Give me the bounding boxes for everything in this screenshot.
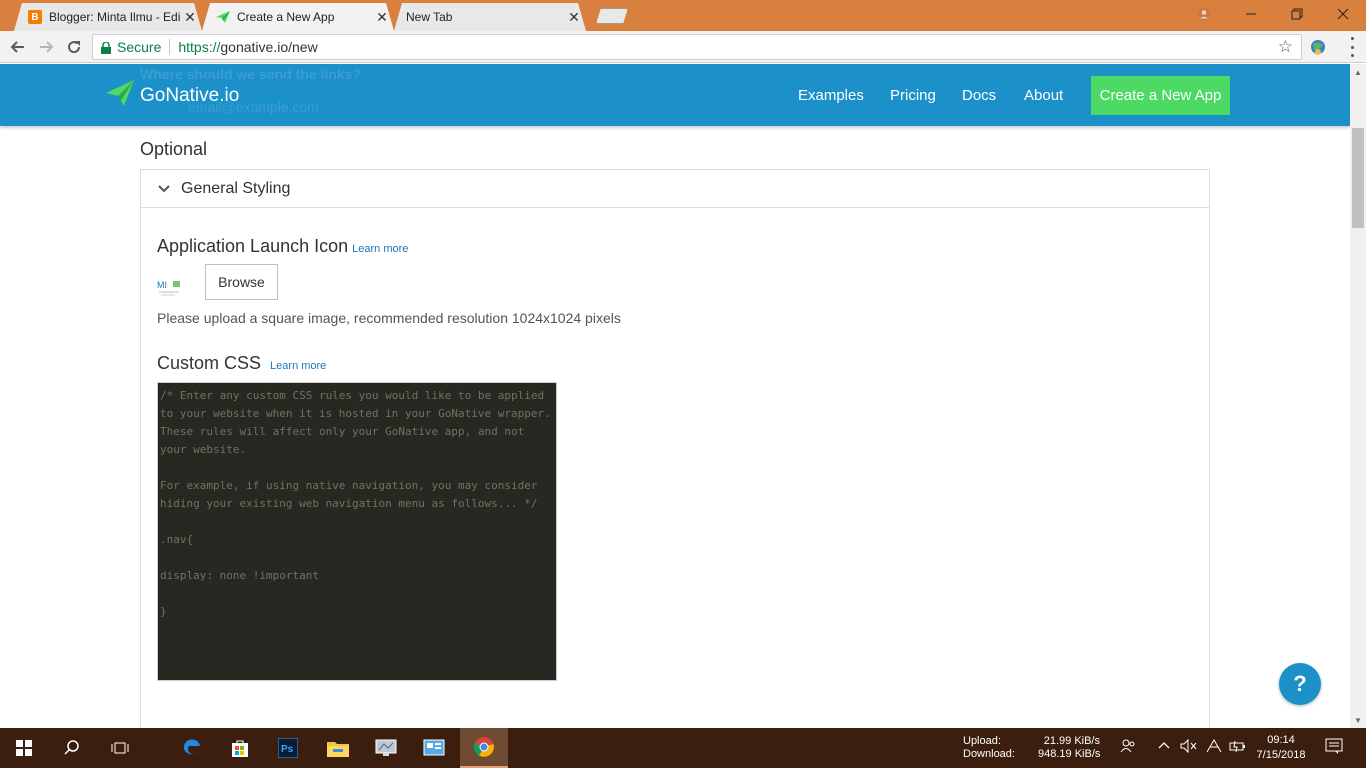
nav-examples[interactable]: Examples [798, 87, 864, 104]
general-styling-panel: General Styling Application Launch Icon L… [140, 169, 1210, 728]
launch-icon-heading: Application Launch Icon Learn more [157, 236, 408, 257]
network-monitor: Upload: Download: 21.99 KiB/s 948.19 KiB… [963, 735, 1100, 761]
scroll-down-icon[interactable]: ▼ [1350, 712, 1366, 728]
tab-title: Blogger: Minta Ilmu - Edi [49, 10, 181, 24]
page-viewport: Where should we send the links? email@ex… [0, 64, 1350, 728]
svg-text:Ps: Ps [281, 744, 294, 755]
upload-label: Upload: [963, 735, 1001, 747]
panel-header[interactable]: General Styling [141, 170, 1209, 208]
search-icon[interactable] [48, 728, 96, 768]
custom-css-heading: Custom CSS Learn more [157, 353, 326, 374]
restore-icon[interactable] [1274, 0, 1320, 28]
volume-muted-icon[interactable] [1180, 738, 1198, 757]
store-icon[interactable] [216, 728, 264, 768]
gonative-icon [216, 10, 230, 24]
page-scrollbar[interactable]: ▲ ▼ [1350, 64, 1366, 728]
tab-create-new-app[interactable]: Create a New App ✕ [198, 3, 398, 31]
close-icon[interactable]: ✕ [182, 9, 198, 26]
download-value: 948.19 KiB/s [1038, 748, 1101, 760]
app-icon-monitor[interactable] [362, 728, 410, 768]
upload-hint: Please upload a square image, recommende… [157, 310, 621, 326]
browser-toolbar: Secure https:// gonative.io/new ☆ [0, 31, 1366, 63]
help-button[interactable]: ? [1279, 663, 1321, 705]
learn-more-link[interactable]: Learn more [352, 243, 408, 255]
create-new-app-button[interactable]: Create a New App [1091, 76, 1230, 115]
clock-date: 7/15/2018 [1256, 749, 1306, 761]
task-view-icon[interactable] [96, 728, 144, 768]
download-label: Download: [963, 748, 1015, 760]
paper-plane-icon [106, 80, 134, 111]
nav-docs[interactable]: Docs [962, 87, 996, 104]
scrollbar-thumb[interactable] [1352, 128, 1364, 228]
profile-icon[interactable] [1181, 0, 1227, 28]
lock-icon [101, 41, 111, 54]
custom-css-editor[interactable]: /* Enter any custom CSS rules you would … [157, 382, 557, 681]
windows-taskbar: Ps Upload: Download: 21.99 KiB/s 948.19 … [0, 728, 1366, 768]
close-icon[interactable]: ✕ [374, 9, 390, 26]
minimize-icon[interactable] [1228, 0, 1274, 28]
upload-value: 21.99 KiB/s [1043, 735, 1100, 747]
browser-title-bar: B Blogger: Minta Ilmu - Edi ✕ Create a N… [0, 0, 1366, 31]
learn-more-link[interactable]: Learn more [270, 360, 326, 372]
site-logo[interactable]: GoNative.io [106, 80, 239, 111]
tab-title: New Tab [406, 10, 453, 24]
extension-icon[interactable] [1309, 38, 1327, 56]
notifications-icon[interactable] [1325, 738, 1343, 757]
chrome-menu-icon[interactable] [1350, 37, 1354, 57]
close-icon[interactable]: ✕ [566, 9, 582, 26]
tab-blogger[interactable]: B Blogger: Minta Ilmu - Edi ✕ [10, 3, 206, 31]
heading-text: Application Launch Icon [157, 236, 349, 256]
secure-label: Secure [117, 39, 162, 55]
photoshop-icon[interactable]: Ps [264, 728, 312, 768]
chevron-down-icon [157, 182, 171, 196]
reload-icon[interactable] [62, 35, 86, 59]
system-clock[interactable]: 09:14 7/15/2018 [1250, 733, 1312, 763]
heading-text: Custom CSS [157, 353, 262, 373]
chevron-up-icon[interactable] [1157, 738, 1171, 755]
windows-start-icon[interactable] [0, 728, 48, 768]
address-bar[interactable]: Secure https:// gonative.io/new ☆ [92, 34, 1302, 60]
browse-button[interactable]: Browse [205, 264, 278, 300]
close-window-icon[interactable] [1320, 0, 1366, 28]
divider [169, 39, 171, 55]
tab-title: Create a New App [237, 10, 335, 24]
nav-pricing[interactable]: Pricing [890, 87, 936, 104]
site-header: Where should we send the links? email@ex… [0, 64, 1350, 126]
scroll-up-icon[interactable]: ▲ [1350, 64, 1366, 80]
forward-icon[interactable] [34, 35, 58, 59]
url-scheme: https:// [178, 39, 221, 55]
app-icon-control-panel[interactable] [410, 728, 458, 768]
back-icon[interactable] [6, 35, 30, 59]
file-explorer-icon[interactable] [314, 728, 362, 768]
panel-title: General Styling [181, 179, 291, 197]
blogger-icon: B [28, 10, 42, 24]
clock-time: 09:14 [1267, 734, 1295, 746]
url-text: gonative.io/new [220, 39, 318, 55]
chrome-taskbar-icon[interactable] [460, 728, 508, 768]
section-heading-optional: Optional [140, 139, 208, 159]
people-icon[interactable] [1120, 738, 1136, 757]
logo-text: GoNative.io [140, 84, 240, 106]
network-icon[interactable] [1205, 738, 1223, 757]
tab-new-tab[interactable]: New Tab ✕ [390, 3, 590, 31]
svg-text:MI: MI [157, 280, 167, 290]
launch-icon-preview: MI [157, 278, 183, 298]
bookmark-star-icon[interactable]: ☆ [1278, 37, 1293, 57]
new-tab-button[interactable] [596, 8, 628, 24]
battery-icon[interactable] [1229, 738, 1247, 757]
edge-icon[interactable] [168, 728, 216, 768]
nav-about[interactable]: About [1024, 87, 1063, 104]
